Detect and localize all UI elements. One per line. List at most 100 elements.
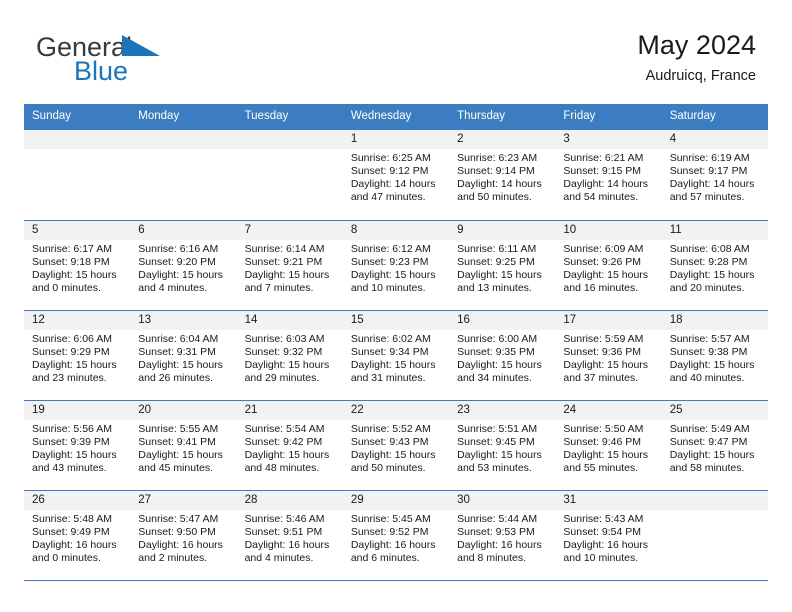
calendar-day-cell[interactable]: 11 Sunrise: 6:08 AM Sunset: 9:28 PM Dayligh…	[661, 220, 768, 310]
calendar-day-cell[interactable]: 23 Sunrise: 5:51 AM Sunset: 9:45 PM Dayligh…	[449, 400, 556, 490]
calendar-day-cell[interactable]: 30 Sunrise: 5:44 AM Sunset: 9:53 PM Dayligh…	[449, 490, 556, 580]
calendar-day-cell[interactable]: 9 Sunrise: 6:11 AM Sunset: 9:25 PM Daylight…	[449, 220, 556, 310]
sunrise-text: Sunrise: 5:55 AM	[138, 422, 219, 435]
calendar-day-cell[interactable]: 12 Sunrise: 6:06 AM Sunset: 9:29 PM Dayligh…	[24, 310, 131, 400]
calendar-day-cell[interactable]: 5 Sunrise: 6:17 AM Sunset: 9:18 PM Daylight…	[24, 220, 131, 310]
daylight-text-line1: Daylight: 15 hours	[669, 359, 755, 372]
calendar-page: General Blue May 2024 Audruicq, France S…	[0, 0, 792, 612]
daylight-text-line2: and 47 minutes.	[350, 191, 426, 204]
weekday-header-sunday: Sunday	[32, 110, 72, 122]
day-number	[24, 129, 131, 149]
day-details: Sunrise: 6:17 AM Sunset: 9:18 PM Daylight:…	[24, 240, 130, 296]
sunset-text: Sunset: 9:14 PM	[457, 164, 535, 177]
calendar-day-cell[interactable]: 29 Sunrise: 5:45 AM Sunset: 9:52 PM Dayligh…	[342, 490, 450, 580]
sunrise-text: Sunrise: 5:57 AM	[669, 332, 750, 345]
calendar-day-cell-empty	[24, 129, 131, 220]
calendar-day-cell[interactable]: 1 Sunrise: 6:25 AM Sunset: 9:12 PM Daylight…	[342, 129, 450, 220]
calendar-day-cell[interactable]: 25 Sunrise: 5:49 AM Sunset: 9:47 PM Dayligh…	[661, 400, 768, 490]
calendar-day-cell[interactable]: 26 Sunrise: 5:48 AM Sunset: 9:49 PM Dayligh…	[24, 490, 131, 580]
calendar-day-cell[interactable]: 19 Sunrise: 5:56 AM Sunset: 9:39 PM Dayligh…	[24, 400, 131, 490]
sunrise-text: Sunrise: 5:51 AM	[457, 422, 538, 435]
daylight-text-line1: Daylight: 15 hours	[350, 359, 436, 372]
sunrise-text: Sunrise: 5:48 AM	[32, 512, 112, 525]
daylight-text-line1: Daylight: 15 hours	[244, 449, 330, 462]
calendar-day-cell[interactable]: 14 Sunrise: 6:03 AM Sunset: 9:32 PM Dayligh…	[236, 310, 343, 400]
day-details: Sunrise: 6:11 AM Sunset: 9:25 PM Daylight:…	[449, 240, 555, 296]
calendar-week-row: 19 Sunrise: 5:56 AM Sunset: 9:39 PM Dayligh…	[24, 399, 768, 490]
calendar-day-cell[interactable]: 3 Sunrise: 6:21 AM Sunset: 9:15 PM Daylight…	[555, 129, 662, 220]
daylight-text-line1: Daylight: 16 hours	[457, 539, 542, 552]
sunrise-text: Sunrise: 5:43 AM	[563, 512, 644, 525]
day-details: Sunrise: 6:23 AM Sunset: 9:14 PM Daylight:…	[449, 149, 555, 205]
calendar-day-cell[interactable]: 20 Sunrise: 5:55 AM Sunset: 9:41 PM Dayligh…	[130, 400, 237, 490]
calendar-day-cell[interactable]: 13 Sunrise: 6:04 AM Sunset: 9:31 PM Dayligh…	[130, 310, 237, 400]
daylight-text-line2: and 0 minutes.	[32, 552, 101, 565]
calendar-day-cell[interactable]: 7 Sunrise: 6:14 AM Sunset: 9:21 PM Daylight…	[236, 220, 343, 310]
sunset-text: Sunset: 9:46 PM	[563, 435, 642, 448]
sunset-text: Sunset: 9:12 PM	[350, 164, 429, 177]
day-number	[661, 490, 768, 510]
calendar-day-cell[interactable]: 10 Sunrise: 6:09 AM Sunset: 9:26 PM Dayligh…	[555, 220, 662, 310]
weekday-header-thursday: Thursday	[457, 110, 506, 122]
calendar-day-cell[interactable]: 24 Sunrise: 5:50 AM Sunset: 9:46 PM Dayligh…	[555, 400, 662, 490]
sunset-text: Sunset: 9:39 PM	[32, 435, 110, 448]
day-details: Sunrise: 6:21 AM Sunset: 9:15 PM Daylight:…	[555, 149, 661, 205]
daylight-text-line2: and 58 minutes.	[669, 462, 745, 475]
daylight-text-line1: Daylight: 15 hours	[138, 359, 223, 372]
sunset-text: Sunset: 9:42 PM	[244, 435, 323, 448]
calendar-day-cell[interactable]: 8 Sunrise: 6:12 AM Sunset: 9:23 PM Daylight…	[342, 220, 450, 310]
day-details: Sunrise: 6:19 AM Sunset: 9:17 PM Daylight:…	[662, 149, 768, 205]
day-number: 4	[661, 129, 768, 149]
sunset-text: Sunset: 9:34 PM	[350, 345, 429, 358]
daylight-text-line2: and 13 minutes.	[457, 282, 532, 295]
day-number: 17	[555, 310, 662, 330]
calendar-day-cell[interactable]: 16 Sunrise: 6:00 AM Sunset: 9:35 PM Dayligh…	[449, 310, 556, 400]
sunset-text: Sunset: 9:52 PM	[350, 525, 429, 538]
sunrise-text: Sunrise: 5:47 AM	[138, 512, 219, 525]
calendar-day-cell[interactable]: 6 Sunrise: 6:16 AM Sunset: 9:20 PM Daylight…	[130, 220, 237, 310]
sunrise-text: Sunrise: 6:23 AM	[457, 151, 538, 164]
sunrise-text: Sunrise: 6:14 AM	[244, 242, 325, 255]
sunset-text: Sunset: 9:15 PM	[563, 164, 642, 177]
day-number: 19	[24, 400, 131, 420]
brand-logo[interactable]: General Blue	[36, 28, 236, 85]
day-number: 30	[449, 490, 556, 510]
calendar-day-cell[interactable]: 31 Sunrise: 5:43 AM Sunset: 9:54 PM Dayligh…	[555, 490, 662, 580]
page-subtitle: Audruicq, France	[645, 68, 756, 85]
calendar-grid: Sunday Monday Tuesday Wednesday Thursday…	[24, 104, 768, 581]
day-details: Sunrise: 5:51 AM Sunset: 9:45 PM Daylight:…	[449, 420, 555, 476]
day-number: 26	[24, 490, 131, 510]
day-number: 6	[130, 220, 237, 240]
daylight-text-line1: Daylight: 15 hours	[32, 359, 117, 372]
sunset-text: Sunset: 9:21 PM	[244, 255, 323, 268]
sunset-text: Sunset: 9:17 PM	[669, 164, 748, 177]
sunrise-text: Sunrise: 6:09 AM	[563, 242, 644, 255]
calendar-day-cell[interactable]: 17 Sunrise: 5:59 AM Sunset: 9:36 PM Dayligh…	[555, 310, 662, 400]
sunrise-text: Sunrise: 6:16 AM	[138, 242, 219, 255]
calendar-day-cell-empty	[236, 129, 343, 220]
page-title: May 2024	[637, 30, 756, 60]
daylight-text-line1: Daylight: 16 hours	[563, 539, 649, 552]
calendar-week-row: 1 Sunrise: 6:25 AM Sunset: 9:12 PM Daylight…	[24, 129, 768, 220]
sunrise-text: Sunrise: 6:21 AM	[563, 151, 644, 164]
weekday-header-wednesday: Wednesday	[350, 110, 412, 122]
daylight-text-line2: and 10 minutes.	[563, 552, 639, 565]
daylight-text-line1: Daylight: 15 hours	[563, 269, 649, 282]
calendar-day-cell[interactable]: 21 Sunrise: 5:54 AM Sunset: 9:42 PM Dayligh…	[236, 400, 343, 490]
calendar-day-cell[interactable]: 22 Sunrise: 5:52 AM Sunset: 9:43 PM Dayligh…	[342, 400, 450, 490]
daylight-text-line1: Daylight: 14 hours	[669, 178, 755, 191]
calendar-day-cell[interactable]: 2 Sunrise: 6:23 AM Sunset: 9:14 PM Daylight…	[449, 129, 556, 220]
sunset-text: Sunset: 9:32 PM	[244, 345, 323, 358]
day-number: 13	[130, 310, 237, 330]
day-details: Sunrise: 5:49 AM Sunset: 9:47 PM Daylight:…	[662, 420, 768, 476]
day-number	[236, 129, 343, 149]
calendar-day-cell[interactable]: 28 Sunrise: 5:46 AM Sunset: 9:51 PM Dayligh…	[236, 490, 343, 580]
calendar-day-cell[interactable]: 15 Sunrise: 6:02 AM Sunset: 9:34 PM Dayligh…	[342, 310, 450, 400]
calendar-day-cell[interactable]: 4 Sunrise: 6:19 AM Sunset: 9:17 PM Daylight…	[661, 129, 768, 220]
daylight-text-line1: Daylight: 15 hours	[669, 449, 755, 462]
calendar-day-cell[interactable]: 27 Sunrise: 5:47 AM Sunset: 9:50 PM Dayligh…	[130, 490, 237, 580]
calendar-weeks: 1 Sunrise: 6:25 AM Sunset: 9:12 PM Daylight…	[24, 129, 768, 580]
day-details: Sunrise: 6:09 AM Sunset: 9:26 PM Daylight:…	[555, 240, 661, 296]
calendar-day-cell[interactable]: 18 Sunrise: 5:57 AM Sunset: 9:38 PM Dayligh…	[661, 310, 768, 400]
daylight-text-line2: and 37 minutes.	[563, 372, 639, 385]
